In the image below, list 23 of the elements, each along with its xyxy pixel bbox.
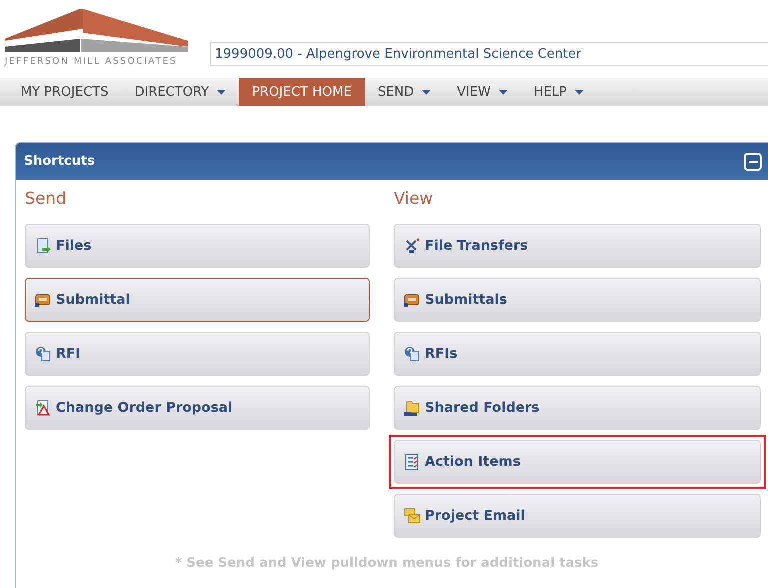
panel-title: Shortcuts	[24, 154, 96, 169]
nav-tab[interactable]: VIEW	[444, 78, 521, 106]
shortcut-button[interactable]: Project Email	[394, 494, 761, 538]
shortcut-button[interactable]: RFI	[25, 332, 370, 376]
nav-tab[interactable]: MY PROJECTS	[8, 78, 122, 106]
nav-tab[interactable]: SEND	[364, 78, 444, 106]
shortcut-button[interactable]: RFIs	[394, 332, 761, 376]
footnote: * See Send and View pulldown menus for additional tasks	[174, 556, 600, 571]
shortcut-button[interactable]: Change Order Proposal	[25, 386, 370, 430]
shortcut-button[interactable]: Submittal	[25, 278, 370, 322]
logo-text: JEFFERSON MILL ASSOCIATES	[5, 57, 178, 67]
shortcut-button[interactable]: Action Items	[394, 440, 761, 484]
shortcut-button[interactable]: Shared Folders	[394, 386, 761, 430]
project-field[interactable]: 1999009.00 - Alpengrove Environmental Science Center	[210, 42, 768, 66]
nav-tab[interactable]: HELP	[520, 78, 598, 106]
shortcut-button[interactable]: Files	[25, 224, 370, 268]
shortcut-button[interactable]: File Transfers	[394, 224, 761, 268]
collapse-button[interactable]	[744, 152, 762, 170]
section-heading: View	[394, 189, 434, 209]
shortcut-button[interactable]: Submittals	[394, 278, 761, 322]
section-heading: Send	[25, 189, 68, 209]
nav-tab[interactable]: DIRECTORY	[122, 78, 240, 106]
nav-tab[interactable]: PROJECT HOME	[239, 78, 365, 106]
